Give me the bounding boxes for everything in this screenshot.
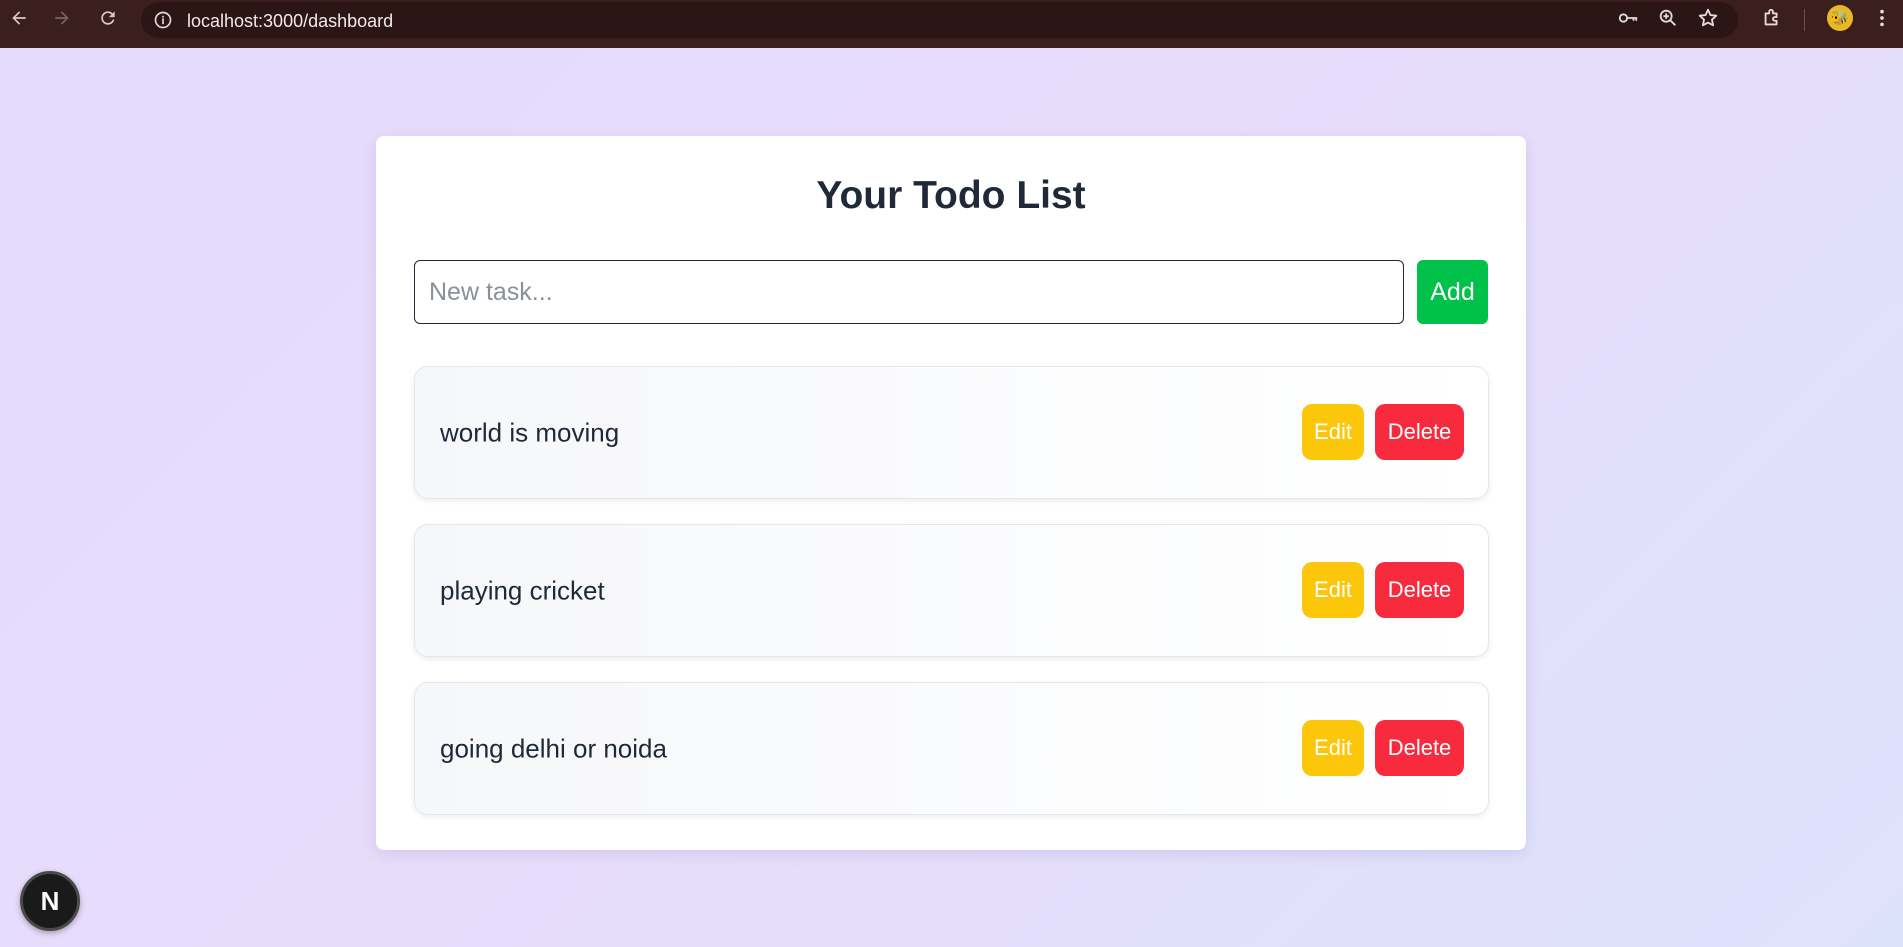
delete-button[interactable]: Delete — [1375, 562, 1464, 618]
url-text[interactable]: localhost:3000/dashboard — [187, 11, 393, 32]
edit-button[interactable]: Edit — [1302, 404, 1364, 460]
todo-text: world is moving — [440, 417, 620, 447]
toolbar-divider — [1804, 9, 1805, 31]
site-info-icon[interactable] — [153, 10, 173, 30]
delete-button[interactable]: Delete — [1375, 404, 1464, 460]
todo-item: world is moving Edit Delete — [414, 366, 1489, 499]
extensions-icon[interactable] — [1761, 7, 1783, 29]
todo-text: going delhi or noida — [440, 733, 667, 763]
todo-item: going delhi or noida Edit Delete — [414, 682, 1489, 815]
new-task-input[interactable] — [414, 260, 1404, 324]
forward-arrow-icon[interactable] — [50, 6, 74, 30]
page-background: Your Todo List Add world is moving Edit … — [0, 48, 1903, 947]
todo-text: playing cricket — [440, 575, 605, 605]
todo-item: playing cricket Edit Delete — [414, 524, 1489, 657]
edit-button[interactable]: Edit — [1302, 720, 1364, 776]
profile-avatar-glyph: 🐝 — [1831, 9, 1849, 26]
profile-avatar[interactable]: 🐝 — [1827, 5, 1853, 31]
browser-toolbar: localhost:3000/dashboard 🐝 — [0, 0, 1903, 48]
menu-kebab-icon[interactable] — [1871, 7, 1893, 29]
page-title: Your Todo List — [816, 174, 1086, 217]
nextjs-dev-badge[interactable]: N — [20, 871, 80, 931]
bookmark-star-icon[interactable] — [1697, 7, 1719, 29]
todo-card: Your Todo List Add world is moving Edit … — [376, 136, 1526, 850]
password-key-icon[interactable] — [1617, 7, 1639, 29]
delete-button[interactable]: Delete — [1375, 720, 1464, 776]
add-button[interactable]: Add — [1417, 260, 1488, 324]
zoom-icon[interactable] — [1657, 7, 1679, 29]
address-bar[interactable]: localhost:3000/dashboard — [141, 2, 1738, 38]
reload-icon[interactable] — [96, 6, 120, 30]
back-arrow-icon[interactable] — [7, 6, 31, 30]
edit-button[interactable]: Edit — [1302, 562, 1364, 618]
